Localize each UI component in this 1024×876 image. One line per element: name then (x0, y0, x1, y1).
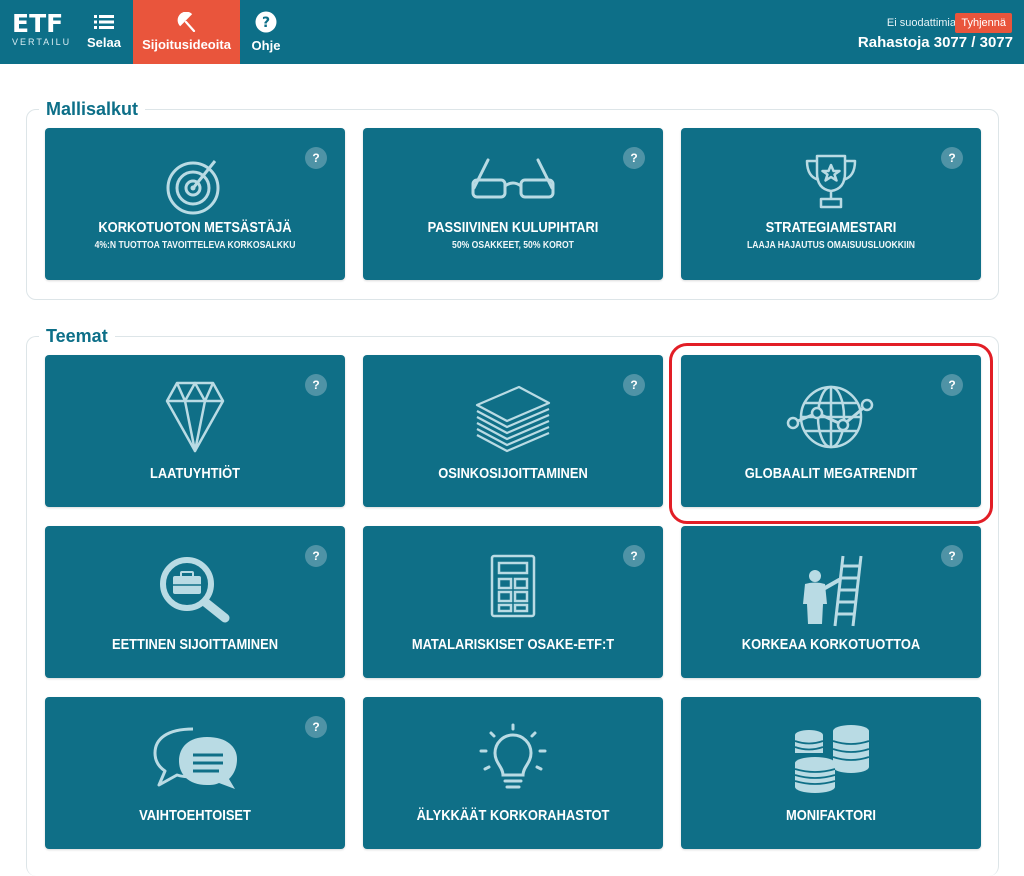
card-alykkaat-korkorahastot[interactable]: ÄLYKKÄÄT KORKORAHASTOT (363, 697, 663, 849)
top-navigation-bar: ETF VERTAILU Selaa Sijoitusideoita ? Ohj… (0, 0, 1024, 64)
card-laatuyhtiot[interactable]: ? LAATUYHTIÖT (45, 355, 345, 507)
clear-filters-button[interactable]: Tyhjennä (955, 13, 1012, 33)
card-title: VAIHTOEHTOISET (139, 807, 251, 824)
nav-ohje-button[interactable]: ? Ohje (244, 0, 288, 64)
help-icon[interactable]: ? (623, 545, 645, 567)
logo-subtext: VERTAILU (12, 37, 72, 47)
card-subtitle: LAAJA HAJAUTUS OMAISUUSLUOKKIIN (747, 240, 915, 251)
help-icon[interactable]: ? (941, 545, 963, 567)
filter-status-text: Ei suodattimia (886, 17, 956, 29)
card-title: MATALARISKISET OSAKE-ETF:T (411, 636, 615, 653)
card-strategiamestari[interactable]: ? STRATEGIAMESTARI LAAJA HAJAUTUS OMAISU… (681, 128, 981, 280)
help-icon[interactable]: ? (305, 147, 327, 169)
nav-selaa-button[interactable]: Selaa (80, 0, 128, 64)
svg-text:?: ? (262, 15, 270, 31)
umbrella-icon (177, 12, 195, 32)
lightbulb-icon (479, 723, 547, 789)
help-icon[interactable]: ? (623, 147, 645, 169)
question-circle-icon: ? (255, 11, 277, 33)
help-icon[interactable]: ? (941, 147, 963, 169)
database-icon (794, 725, 870, 793)
target-icon (166, 160, 220, 215)
card-title: KORKOTUOTON METSÄSTÄJÄ (98, 219, 292, 236)
card-eettinen-sijoittaminen[interactable]: ? EETTINEN SIJOITTAMINEN (45, 526, 345, 678)
card-title: STRATEGIAMESTARI (765, 219, 897, 236)
card-subtitle: 4%:N TUOTTOA TAVOITTELEVA KORKOSALKKU (94, 240, 296, 251)
section-title-mallisalkut: Mallisalkut (39, 99, 146, 119)
card-matalariskiset-osake-etft[interactable]: ? MATALARISKISET OSAKE-ETF:T (363, 526, 663, 678)
card-osinkosijoittaminen[interactable]: ? OSINKOSIJOITTAMINEN (363, 355, 663, 507)
nav-selaa-label: Selaa (87, 35, 121, 50)
highlight-outline (669, 343, 993, 524)
help-icon[interactable]: ? (305, 374, 327, 396)
card-title: MONIFAKTORI (785, 807, 877, 824)
diamond-icon (165, 381, 225, 453)
trophy-icon (805, 154, 857, 209)
magnifier-briefcase-icon (160, 557, 230, 623)
card-title: KORKEAA KORKOTUOTTOA (741, 636, 921, 653)
card-title: ÄLYKKÄÄT KORKORAHASTOT (416, 807, 610, 824)
help-icon[interactable]: ? (305, 545, 327, 567)
card-monifaktori[interactable]: MONIFAKTORI (681, 697, 981, 849)
help-icon[interactable]: ? (305, 716, 327, 738)
nav-ohje-label: Ohje (251, 38, 281, 53)
fund-count: Rahastoja 3077 / 3077 (857, 34, 1013, 51)
card-title: EETTINEN SIJOITTAMINEN (111, 636, 279, 653)
ladder-icon (803, 555, 863, 627)
chat-bubbles-icon (153, 727, 237, 789)
card-title: OSINKOSIJOITTAMINEN (438, 465, 588, 482)
card-korkeaa-korkotuottoa[interactable]: ? KORKEAA KORKOTUOTTOA (681, 526, 981, 678)
paper-stack-icon (475, 385, 551, 453)
logo-text: ETF (12, 9, 64, 38)
card-title: LAATUYHTIÖT (149, 465, 241, 482)
help-icon[interactable]: ? (623, 374, 645, 396)
card-vaihtoehtoiset[interactable]: ? VAIHTOEHTOISET (45, 697, 345, 849)
card-korkotuoton-metsastaja[interactable]: ? KORKOTUOTON METSÄSTÄJÄ 4%:N TUOTTOA TA… (45, 128, 345, 280)
nav-sijoitusideoita-label: Sijoitusideoita (142, 37, 231, 52)
card-title: PASSIIVINEN KULUPIHTARI (427, 219, 599, 236)
nav-sijoitusideoita-button[interactable]: Sijoitusideoita (133, 0, 240, 64)
card-subtitle: 50% OSAKKEET, 50% KOROT (452, 240, 574, 251)
glasses-icon (471, 158, 555, 199)
section-title-teemat: Teemat (39, 326, 115, 346)
list-icon (94, 15, 114, 29)
card-passiivinen-kulupihtari[interactable]: ? PASSIIVINEN KULUPIHTARI 50% OSAKKEET, … (363, 128, 663, 280)
etf-vertailu-logo[interactable]: ETF VERTAILU (12, 9, 72, 54)
calculator-icon (490, 554, 536, 618)
